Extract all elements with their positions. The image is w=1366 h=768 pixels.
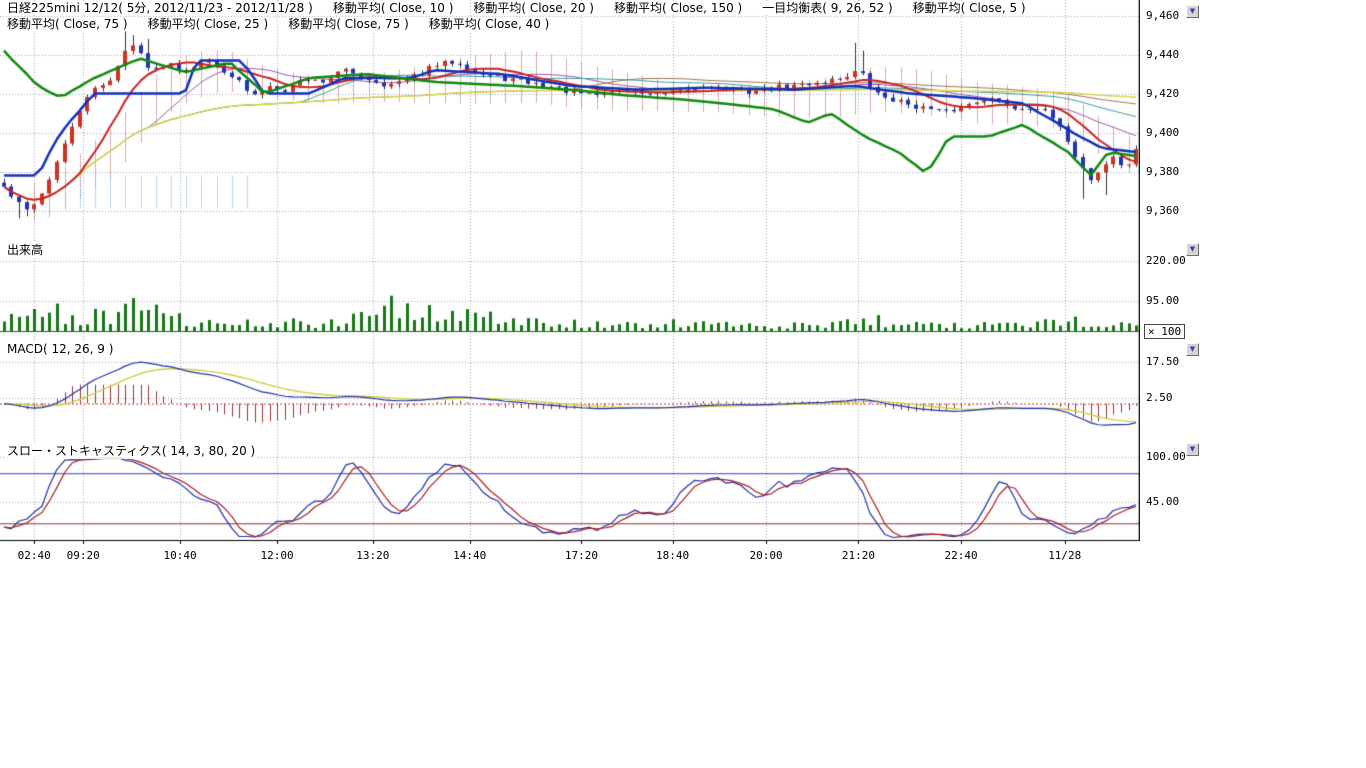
volume-multiplier-badge: × 100 [1144,324,1185,339]
pane-label-volume[interactable]: 出来高 [6,241,44,258]
chevron-down-icon: ▼ [1190,346,1195,353]
x-axis-label: 17:20 [559,549,603,562]
x-axis-label: 10:40 [158,549,202,562]
y-axis-label: 2.50 [1146,391,1173,404]
x-axis-label: 09:20 [61,549,105,562]
y-axis-label: 100.00 [1146,450,1186,463]
chevron-down-icon: ▼ [1190,246,1195,253]
legend-item-indicator[interactable]: 一目均衡表( 9, 26, 52 ) [761,1,893,15]
chevron-down-icon: ▼ [1190,8,1195,15]
legend-item-indicator[interactable]: 移動平均( Close, 20 ) [472,1,595,15]
y-axis-label: 95.00 [1146,294,1179,307]
chevron-down-icon: ▼ [1190,446,1195,453]
x-axis-label: 18:40 [651,549,695,562]
y-axis-label: 9,380 [1146,165,1179,178]
y-axis-label: 220.00 [1146,254,1186,267]
scroll-down-button-price[interactable]: ▼ [1186,5,1199,18]
x-axis-label: 22:40 [939,549,983,562]
x-axis-label: 20:00 [744,549,788,562]
x-axis-label: 21:20 [836,549,880,562]
chart-application-window: 日経225mini 12/12( 5分, 2012/11/23 - 2012/1… [0,0,1366,768]
y-axis-label: 9,460 [1146,9,1179,22]
legend-row-1: 日経225mini 12/12( 5分, 2012/11/23 - 2012/1… [6,1,1027,15]
scroll-down-button-stoch[interactable]: ▼ [1186,443,1199,456]
x-axis-label: 11/28 [1043,549,1087,562]
chart-canvas[interactable] [0,0,1140,546]
y-axis-label: 9,400 [1146,126,1179,139]
legend-item-indicator[interactable]: 移動平均( Close, 25 ) [147,17,270,31]
x-axis-label: 02:40 [12,549,56,562]
y-axis-label: 9,440 [1146,48,1179,61]
chart-title-legend[interactable]: 日経225mini 12/12( 5分, 2012/11/23 - 2012/1… [6,1,314,15]
legend-item-indicator[interactable]: 移動平均( Close, 75 ) [287,17,410,31]
legend-row-2: 移動平均( Close, 75 ) 移動平均( Close, 25 ) 移動平均( … [6,17,550,31]
x-axis-label: 14:40 [448,549,492,562]
scroll-down-button-macd[interactable]: ▼ [1186,343,1199,356]
scroll-down-button-volume[interactable]: ▼ [1186,243,1199,256]
y-axis-label: 45.00 [1146,495,1179,508]
legend-item-indicator[interactable]: 移動平均( Close, 10 ) [332,1,455,15]
x-axis-label: 13:20 [351,549,395,562]
pane-label-macd[interactable]: MACD( 12, 26, 9 ) [6,342,114,356]
y-axis-label: 9,420 [1146,87,1179,100]
y-axis-label: 17.50 [1146,355,1179,368]
legend-item-indicator[interactable]: 移動平均( Close, 5 ) [912,1,1027,15]
pane-label-stoch[interactable]: スロー・ストキャスティクス( 14, 3, 80, 20 ) [6,442,256,459]
y-axis-label: 9,360 [1146,204,1179,217]
x-axis-label: 12:00 [255,549,299,562]
legend-item-indicator[interactable]: 移動平均( Close, 40 ) [428,17,551,31]
legend-item-indicator[interactable]: 移動平均( Close, 150 ) [613,1,743,15]
legend-item-indicator[interactable]: 移動平均( Close, 75 ) [6,17,129,31]
